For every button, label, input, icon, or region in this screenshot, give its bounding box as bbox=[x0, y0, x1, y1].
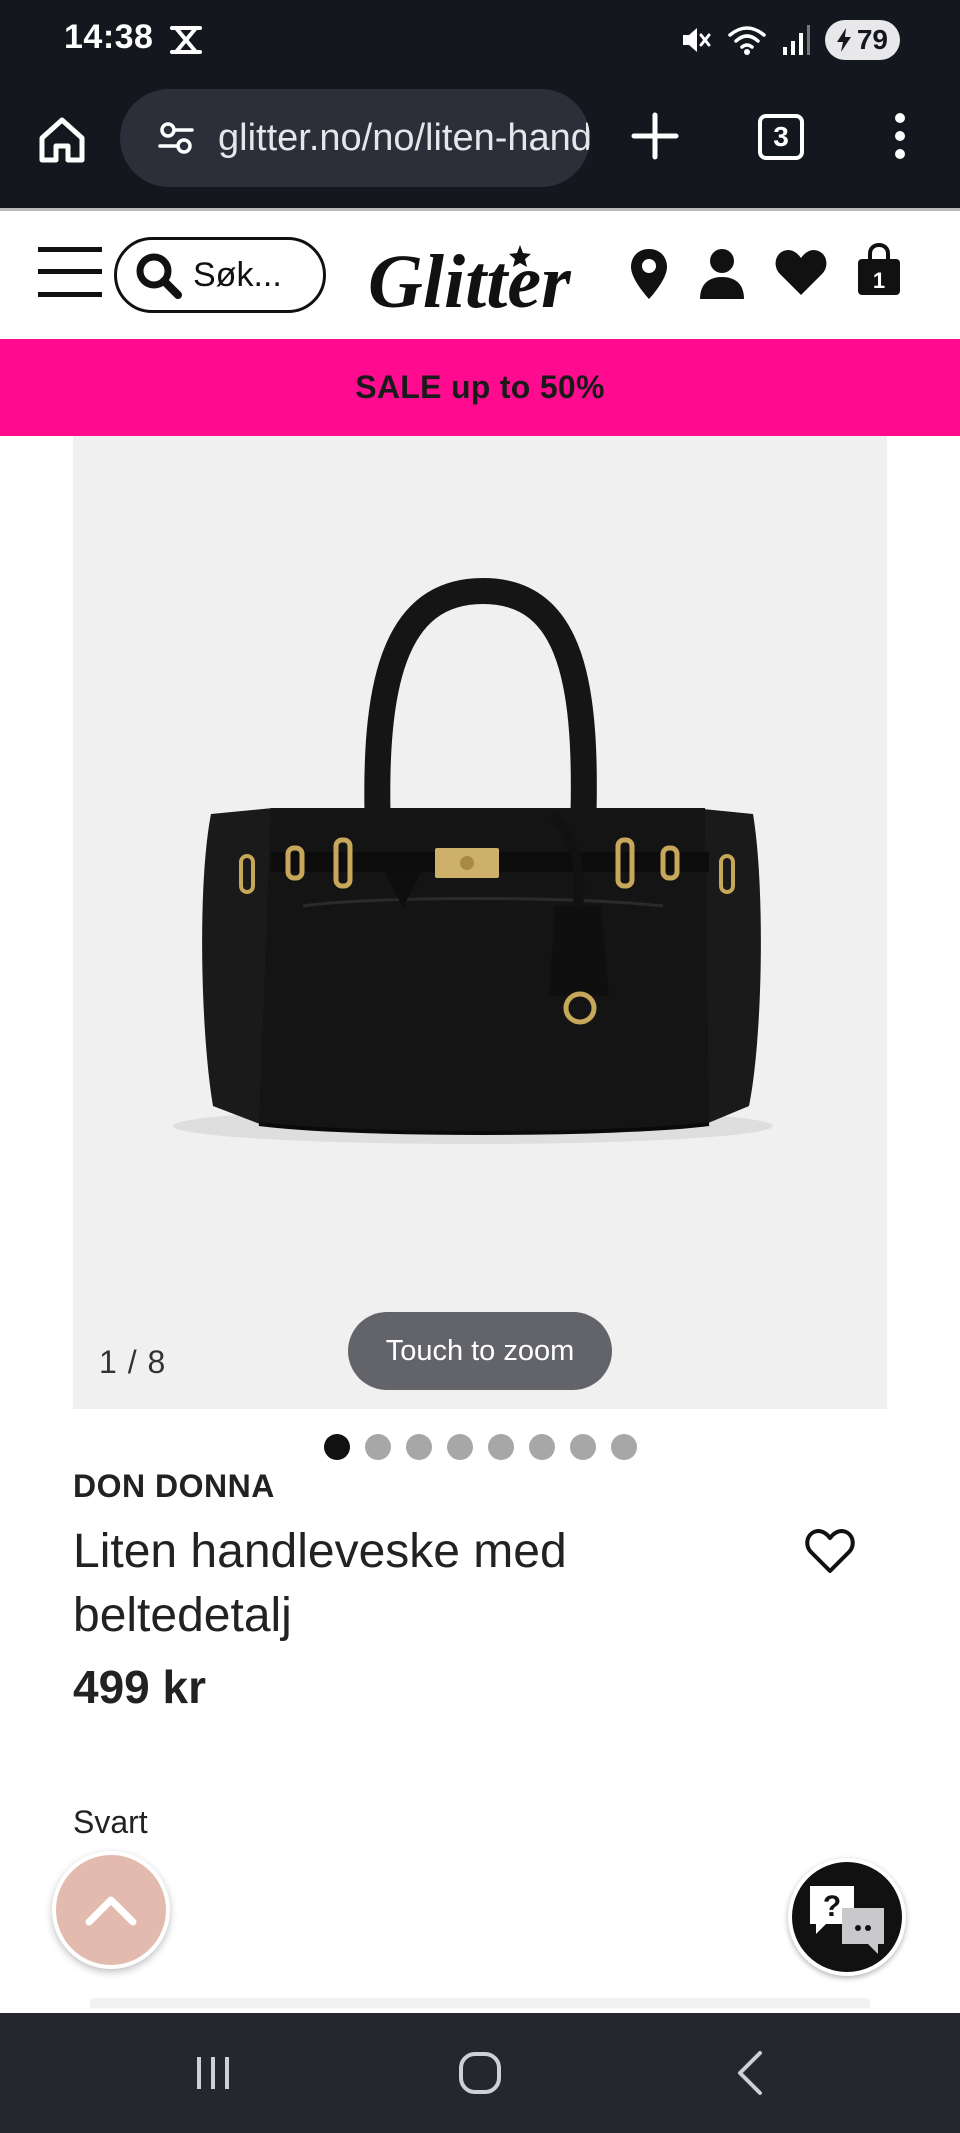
svg-text:?: ? bbox=[823, 1890, 841, 1923]
image-counter: 1 / 8 bbox=[99, 1344, 167, 1380]
signal-icon bbox=[782, 25, 810, 55]
back-icon[interactable] bbox=[720, 2043, 780, 2103]
search-icon bbox=[136, 253, 182, 299]
status-bar: 14:38 79 bbox=[0, 0, 960, 84]
touch-to-zoom-hint[interactable]: Touch to zoom bbox=[348, 1312, 612, 1390]
product-brand[interactable]: DON DONNA bbox=[73, 1468, 275, 1505]
new-tab-icon[interactable] bbox=[630, 111, 680, 161]
wifi-icon bbox=[728, 26, 766, 55]
touch-to-zoom-label: Touch to zoom bbox=[385, 1334, 575, 1367]
add-to-wishlist-heart-icon[interactable] bbox=[804, 1527, 856, 1575]
battery-indicator: 79 bbox=[824, 20, 900, 60]
person-icon[interactable] bbox=[698, 247, 746, 301]
shopping-bag-icon[interactable]: 1 bbox=[856, 243, 902, 297]
url-text[interactable]: glitter.no/no/liten-handleveske-med-belt… bbox=[218, 117, 590, 160]
sale-banner-text[interactable]: SALE up to 50% bbox=[355, 369, 605, 406]
heart-icon[interactable] bbox=[774, 247, 828, 297]
recent-apps-icon[interactable] bbox=[183, 2043, 243, 2103]
search-input[interactable]: Søk... bbox=[114, 237, 326, 313]
carousel-dot-6[interactable] bbox=[528, 1434, 555, 1460]
product-image[interactable] bbox=[73, 436, 887, 1409]
address-bar[interactable]: glitter.no/no/liten-handleveske-med-belt… bbox=[120, 89, 590, 187]
browser-toolbar: glitter.no/no/liten-handleveske-med-belt… bbox=[0, 84, 960, 210]
tab-switcher-button[interactable]: 3 bbox=[758, 114, 804, 160]
carousel-dot-4[interactable] bbox=[446, 1434, 473, 1460]
carousel-dot-8[interactable] bbox=[610, 1434, 637, 1460]
system-nav-bar bbox=[0, 2013, 960, 2133]
bottom-sheet-edge bbox=[90, 1998, 870, 2008]
notification-icon bbox=[170, 26, 202, 54]
svg-text:1: 1 bbox=[873, 268, 885, 293]
charging-icon bbox=[836, 28, 851, 52]
home-nav-icon[interactable] bbox=[450, 2043, 510, 2103]
location-pin-icon[interactable] bbox=[628, 247, 670, 301]
scroll-to-top-button[interactable] bbox=[52, 1851, 170, 1969]
carousel-dot-2[interactable] bbox=[364, 1434, 391, 1460]
carousel-indicators bbox=[0, 1434, 960, 1460]
more-vert-icon[interactable] bbox=[884, 111, 916, 161]
chevron-up-icon bbox=[85, 1896, 137, 1926]
carousel-dot-3[interactable] bbox=[405, 1434, 432, 1460]
site-header: Søk... Glitter 1 bbox=[0, 211, 960, 339]
chat-help-icon: ? bbox=[810, 1886, 884, 1954]
site-settings-icon[interactable] bbox=[156, 118, 196, 158]
tab-count-label: 3 bbox=[773, 121, 789, 152]
hamburger-menu-icon[interactable] bbox=[38, 245, 102, 299]
chat-help-button[interactable]: ? bbox=[788, 1858, 906, 1976]
product-image-gallery[interactable]: 1 / 8 Touch to zoom bbox=[73, 436, 887, 1409]
status-time: 14:38 bbox=[64, 18, 154, 56]
selected-color-label: Svart bbox=[73, 1804, 148, 1840]
carousel-dot-1[interactable] bbox=[323, 1434, 350, 1460]
sale-banner[interactable]: SALE up to 50% bbox=[0, 339, 960, 436]
battery-level: 79 bbox=[856, 24, 888, 55]
carousel-dot-5[interactable] bbox=[487, 1434, 514, 1460]
product-title: Liten handleveske med beltedetalj bbox=[73, 1525, 567, 1642]
home-icon[interactable] bbox=[34, 112, 90, 168]
mute-icon bbox=[682, 28, 711, 52]
glitter-logo[interactable]: Glitter bbox=[364, 239, 634, 319]
svg-text:Glitter: Glitter bbox=[368, 240, 572, 319]
carousel-dot-7[interactable] bbox=[569, 1434, 596, 1460]
status-icons: 79 bbox=[679, 20, 900, 60]
search-placeholder: Søk... bbox=[193, 255, 282, 294]
product-price: 499 kr bbox=[73, 1661, 207, 1713]
